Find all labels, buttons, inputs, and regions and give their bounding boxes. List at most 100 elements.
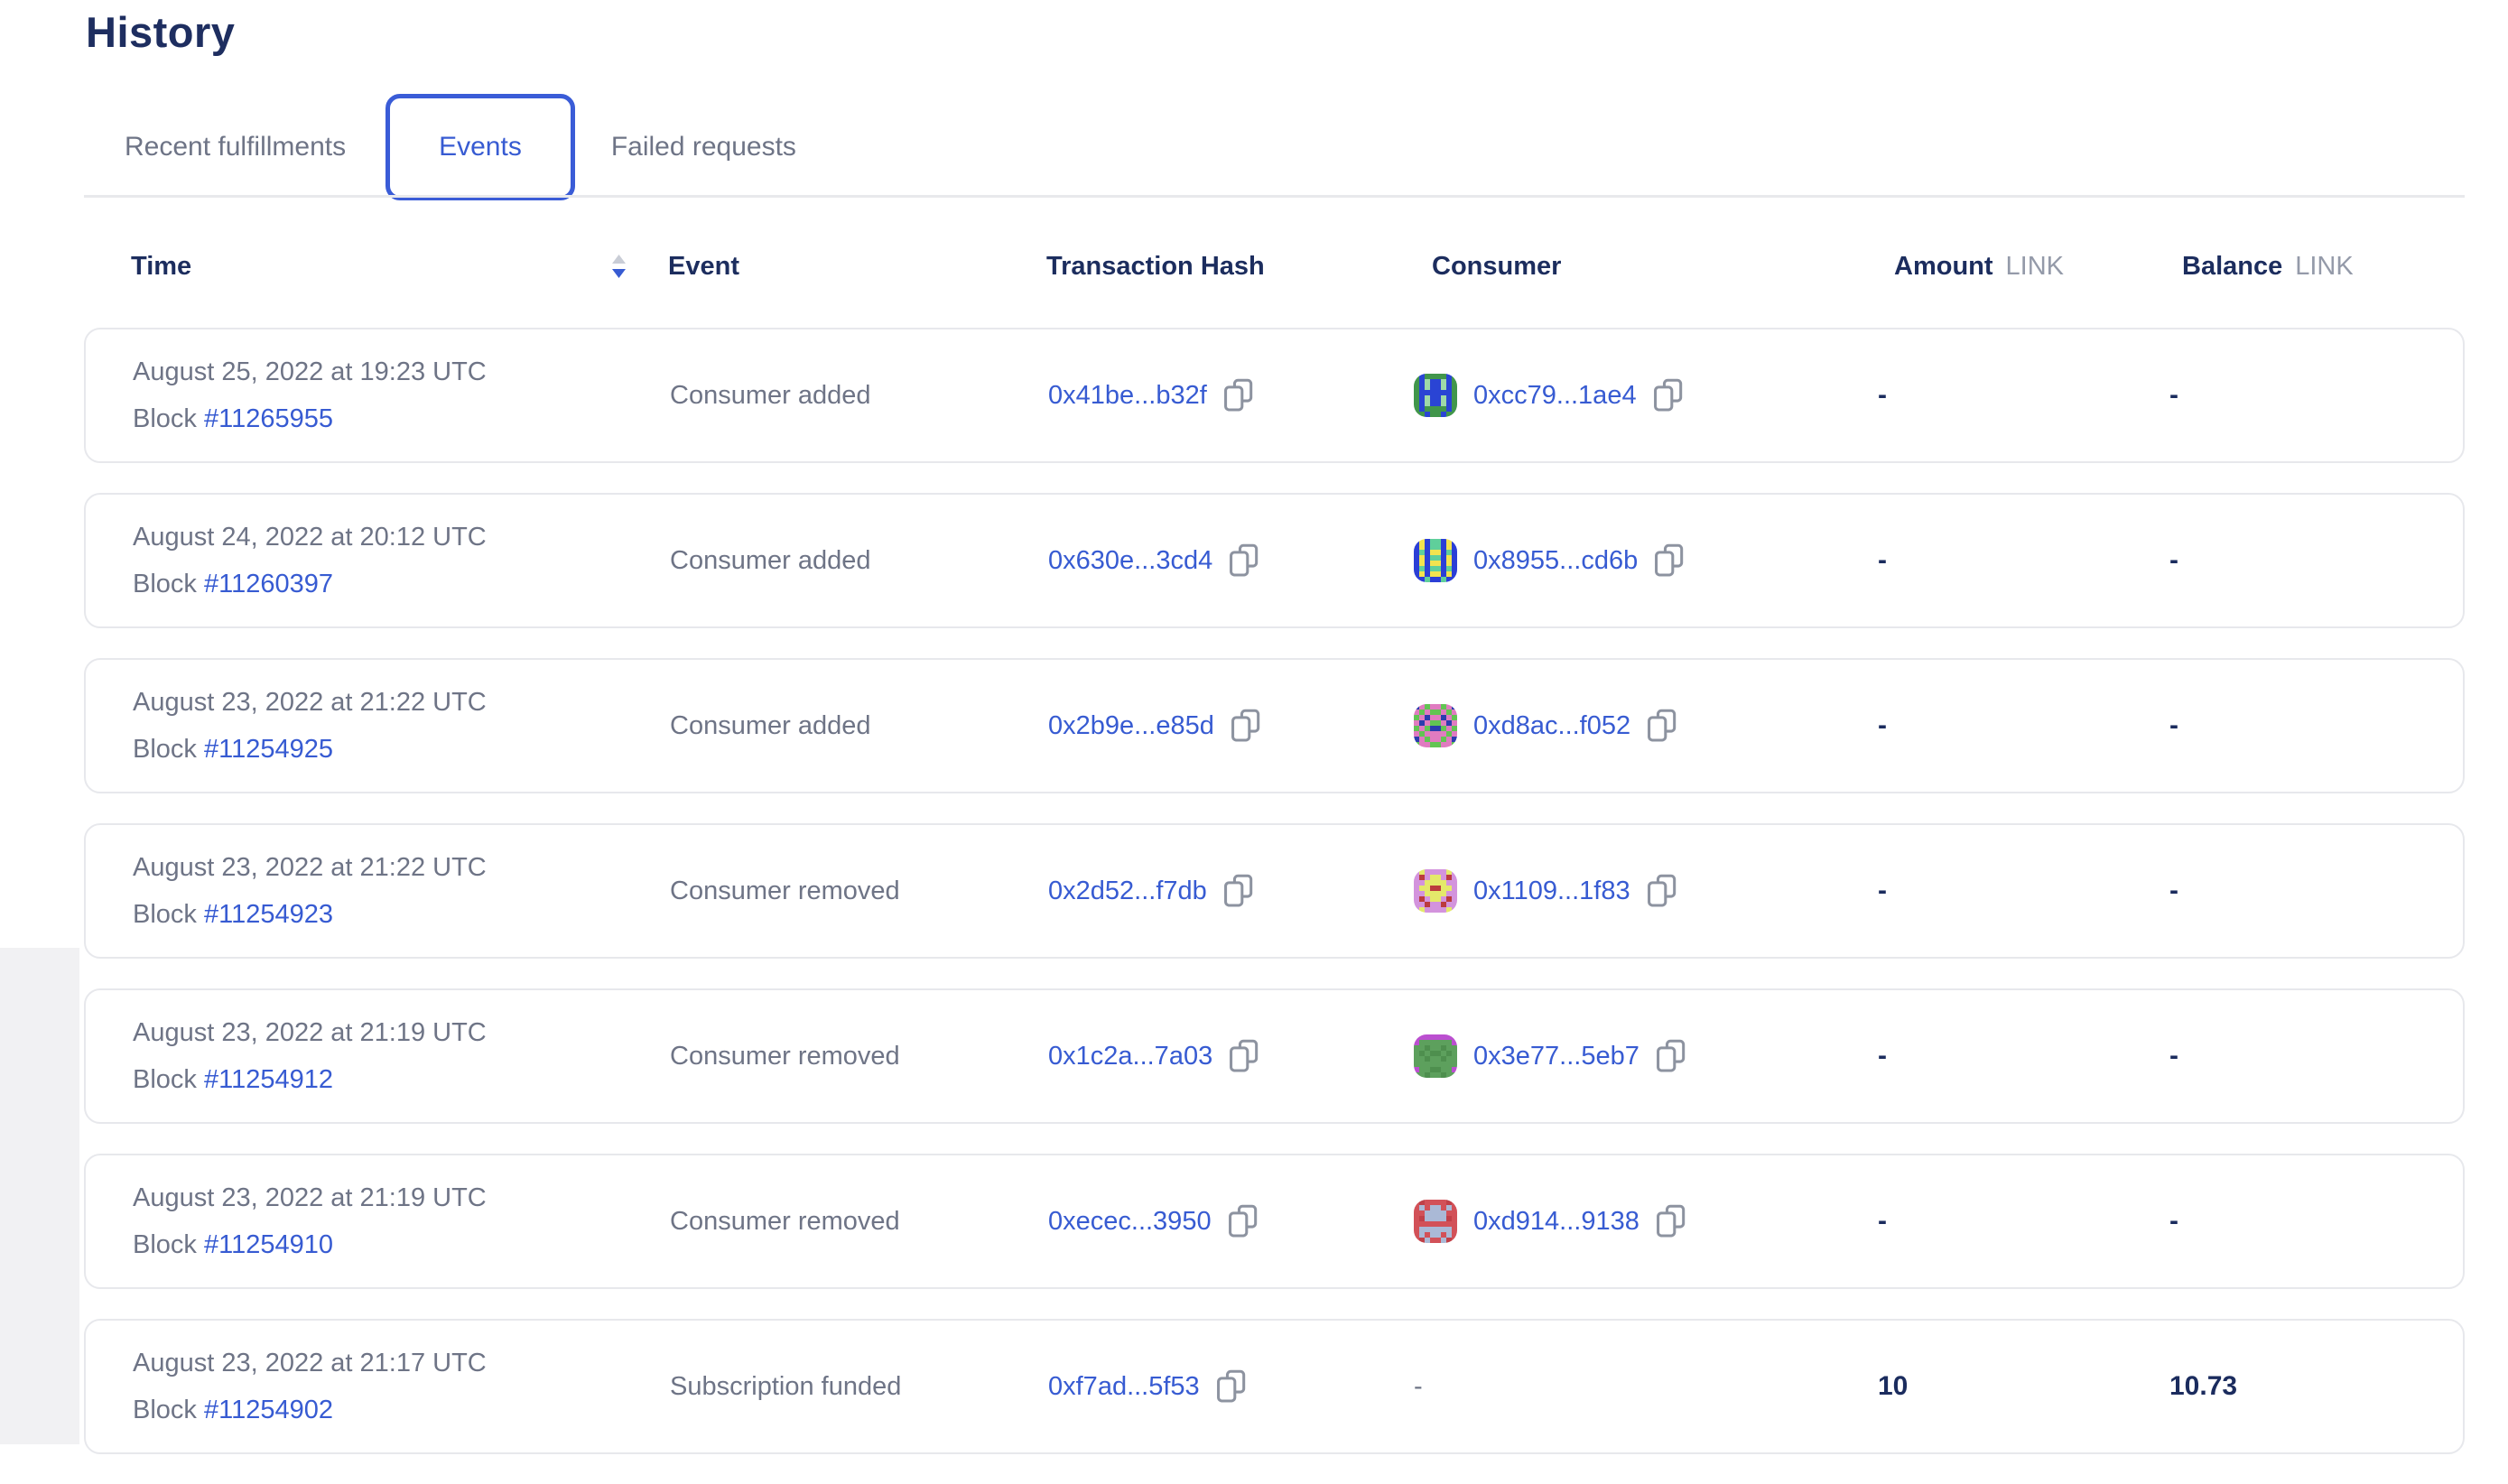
transaction-hash-link[interactable]: 0xecec...3950 <box>1048 1207 1212 1237</box>
history-tabs: Recent fulfillments Events Failed reques… <box>125 88 836 206</box>
block-label: Block <box>133 404 197 433</box>
time-cell: August 23, 2022 at 21:17 UTC Block #1125… <box>133 1345 670 1428</box>
transaction-hash-cell: 0x41be...b32f <box>1048 378 1414 413</box>
page-title: History <box>86 7 235 57</box>
copy-icon[interactable] <box>1654 543 1685 578</box>
blockie-identicon <box>1414 869 1457 913</box>
copy-icon[interactable] <box>1228 1204 1259 1238</box>
tab-recent-fulfillments[interactable]: Recent fulfillments <box>125 132 346 162</box>
consumer-address-link[interactable]: 0x8955...cd6b <box>1473 546 1638 576</box>
amount-value: 10 <box>1878 1371 2169 1402</box>
column-header-balance: Balance LINK <box>2168 252 2465 282</box>
copy-icon[interactable] <box>1223 874 1254 908</box>
balance-value: - <box>2169 1206 2463 1237</box>
blockie-identicon <box>1414 1034 1457 1078</box>
block-label: Block <box>133 1230 197 1259</box>
copy-icon[interactable] <box>1231 709 1261 743</box>
amount-value: - <box>1878 380 2169 411</box>
amount-value: - <box>1878 1041 2169 1071</box>
column-header-time: Time <box>131 252 668 282</box>
consumer-address-link[interactable]: 0xcc79...1ae4 <box>1473 381 1637 411</box>
copy-icon[interactable] <box>1653 378 1684 413</box>
consumer-address-link[interactable]: 0xd914...9138 <box>1473 1207 1639 1237</box>
tabs-divider <box>84 195 2465 198</box>
consumer-address-link[interactable]: 0x3e77...5eb7 <box>1473 1042 1639 1071</box>
transaction-hash-link[interactable]: 0x2d52...f7db <box>1048 876 1207 906</box>
transaction-hash-link[interactable]: 0x1c2a...7a03 <box>1048 1042 1212 1071</box>
transaction-hash-link[interactable]: 0x2b9e...e85d <box>1048 711 1214 741</box>
event-type: Consumer removed <box>670 1042 1048 1071</box>
copy-icon[interactable] <box>1216 1369 1247 1404</box>
balance-unit-label: LINK <box>2295 252 2353 282</box>
copy-icon[interactable] <box>1656 1204 1686 1238</box>
consumer-cell: 0xcc79...1ae4 <box>1414 374 1878 417</box>
table-row: August 23, 2022 at 21:19 UTC Block #1125… <box>84 1154 2465 1289</box>
block-number-link[interactable]: #11254925 <box>204 735 333 764</box>
copy-icon[interactable] <box>1229 1039 1259 1073</box>
page-background-gutter <box>0 948 79 1444</box>
transaction-hash-cell: 0xecec...3950 <box>1048 1204 1414 1238</box>
block-number-link[interactable]: #11265955 <box>204 404 333 433</box>
table-row: August 23, 2022 at 21:19 UTC Block #1125… <box>84 988 2465 1124</box>
balance-value: - <box>2169 876 2463 906</box>
row-timestamp: August 23, 2022 at 21:22 UTC <box>133 684 670 720</box>
column-header-event: Event <box>668 252 1046 282</box>
table-row: August 23, 2022 at 21:17 UTC Block #1125… <box>84 1319 2465 1454</box>
row-timestamp: August 24, 2022 at 20:12 UTC <box>133 519 670 555</box>
time-cell: August 23, 2022 at 21:22 UTC Block #1125… <box>133 684 670 767</box>
block-number-link[interactable]: #11254923 <box>204 900 333 929</box>
transaction-hash-link[interactable]: 0xf7ad...5f53 <box>1048 1372 1200 1402</box>
copy-icon[interactable] <box>1647 709 1677 743</box>
table-row: August 23, 2022 at 21:22 UTC Block #1125… <box>84 823 2465 959</box>
consumer-address-link[interactable]: 0x1109...1f83 <box>1473 876 1630 906</box>
blockie-identicon <box>1414 539 1457 582</box>
event-type: Consumer added <box>670 711 1048 741</box>
consumer-cell: 0x3e77...5eb7 <box>1414 1034 1878 1078</box>
sort-descending-icon[interactable] <box>611 255 627 279</box>
time-cell: August 23, 2022 at 21:22 UTC Block #1125… <box>133 849 670 932</box>
consumer-cell: 0xd8ac...f052 <box>1414 704 1878 747</box>
time-cell: August 23, 2022 at 21:19 UTC Block #1125… <box>133 1180 670 1263</box>
consumer-address-link[interactable]: 0xd8ac...f052 <box>1473 711 1630 741</box>
block-number-link[interactable]: #11254902 <box>204 1396 333 1424</box>
row-timestamp: August 23, 2022 at 21:22 UTC <box>133 849 670 886</box>
balance-value: - <box>2169 545 2463 576</box>
block-number-link[interactable]: #11254912 <box>204 1065 333 1094</box>
event-type: Consumer added <box>670 546 1048 576</box>
events-table: August 25, 2022 at 19:23 UTC Block #1126… <box>84 328 2465 1484</box>
transaction-hash-cell: 0x2b9e...e85d <box>1048 709 1414 743</box>
amount-value: - <box>1878 710 2169 741</box>
transaction-hash-link[interactable]: 0x630e...3cd4 <box>1048 546 1212 576</box>
consumer-cell: 0x8955...cd6b <box>1414 539 1878 582</box>
tab-events[interactable]: Events <box>385 94 575 200</box>
balance-value: 10.73 <box>2169 1371 2463 1402</box>
transaction-hash-link[interactable]: 0x41be...b32f <box>1048 381 1207 411</box>
event-type: Consumer removed <box>670 1207 1048 1237</box>
block-label: Block <box>133 1396 197 1424</box>
transaction-hash-cell: 0x1c2a...7a03 <box>1048 1039 1414 1073</box>
transaction-hash-cell: 0x2d52...f7db <box>1048 874 1414 908</box>
block-number-link[interactable]: #11260397 <box>204 570 333 598</box>
table-header-row: Time Event Transaction Hash Consumer Amo… <box>84 237 2465 296</box>
block-label: Block <box>133 735 197 764</box>
block-label: Block <box>133 1065 197 1094</box>
tab-failed-requests[interactable]: Failed requests <box>611 132 796 162</box>
row-timestamp: August 23, 2022 at 21:19 UTC <box>133 1015 670 1051</box>
event-type: Subscription funded <box>670 1372 1048 1402</box>
block-label: Block <box>133 570 197 598</box>
amount-value: - <box>1878 545 2169 576</box>
block-label: Block <box>133 900 197 929</box>
copy-icon[interactable] <box>1647 874 1677 908</box>
blockie-identicon <box>1414 1200 1457 1243</box>
consumer-cell: 0x1109...1f83 <box>1414 869 1878 913</box>
consumer-empty-dash: - <box>1414 1372 1423 1402</box>
copy-icon[interactable] <box>1229 543 1259 578</box>
copy-icon[interactable] <box>1656 1039 1686 1073</box>
amount-unit-label: LINK <box>2006 252 2064 282</box>
balance-value: - <box>2169 1041 2463 1071</box>
column-header-amount: Amount LINK <box>1876 252 2168 282</box>
copy-icon[interactable] <box>1223 378 1254 413</box>
table-row: August 25, 2022 at 19:23 UTC Block #1126… <box>84 328 2465 463</box>
block-number-link[interactable]: #11254910 <box>204 1230 333 1259</box>
column-header-transaction-hash: Transaction Hash <box>1046 252 1412 282</box>
